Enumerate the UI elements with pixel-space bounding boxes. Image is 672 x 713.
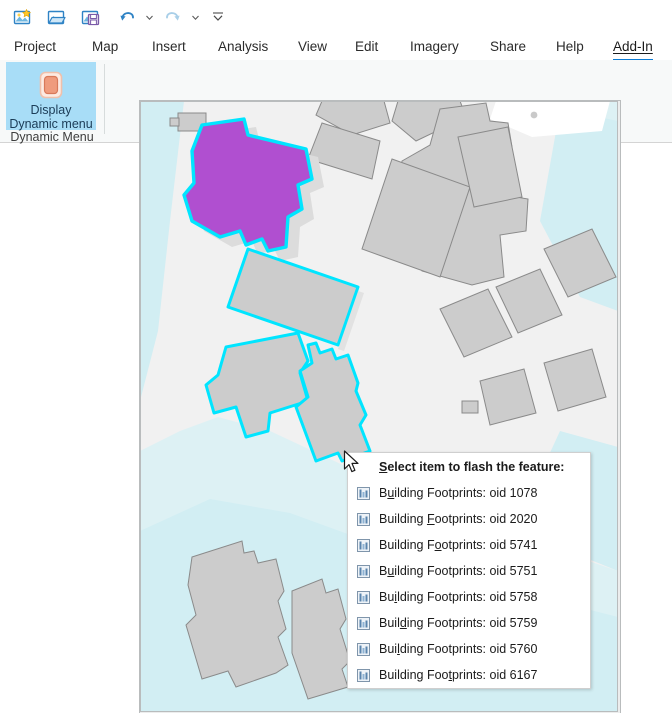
- tab-project-label: Project: [14, 39, 56, 54]
- tab-help[interactable]: Help: [556, 34, 584, 60]
- undo-icon[interactable]: [112, 2, 142, 32]
- menu-item-oid-1078[interactable]: Building Footprints: oid 1078: [348, 480, 590, 506]
- menu-item-oid-2020[interactable]: Building Footprints: oid 2020: [348, 506, 590, 532]
- table-icon: [355, 667, 372, 684]
- menu-item-oid-5751[interactable]: Building Footprints: oid 5751: [348, 558, 590, 584]
- tab-map-label: Map: [92, 39, 118, 54]
- context-menu-header-label: Select item to flash the feature:: [379, 460, 564, 474]
- customize-quick-access-icon[interactable]: [208, 2, 228, 32]
- display-dynamic-menu-button[interactable]: Display Dynamic menu: [6, 62, 96, 130]
- menu-item-label: Building Footprints: oid 5751: [379, 564, 537, 578]
- table-icon: [355, 615, 372, 632]
- new-project-icon[interactable]: [8, 2, 38, 32]
- menu-item-oid-6167[interactable]: Building Footprints: oid 6167: [348, 662, 590, 688]
- tab-project[interactable]: Project: [14, 34, 56, 60]
- open-project-icon[interactable]: [42, 2, 72, 32]
- tab-insert-label: Insert: [152, 39, 186, 54]
- context-menu-header: Select item to flash the feature:: [348, 453, 590, 480]
- menu-item-label: Building Footprints: oid 5760: [379, 642, 537, 656]
- display-dynamic-menu-label-line1: Display: [31, 103, 72, 117]
- menu-item-oid-5760[interactable]: Building Footprints: oid 5760: [348, 636, 590, 662]
- tab-view-label: View: [298, 39, 327, 54]
- tab-add-in-label: Add-In: [613, 39, 653, 54]
- redo-dropdown-icon[interactable]: [188, 2, 202, 32]
- display-dynamic-menu-label-line2: Dynamic menu: [9, 117, 92, 131]
- rounded-square-icon: [35, 70, 67, 100]
- ribbon-group-dynamic-menu: Display Dynamic menu Dynamic Menu: [0, 60, 110, 142]
- table-icon: [355, 589, 372, 606]
- tab-help-label: Help: [556, 39, 584, 54]
- tab-share[interactable]: Share: [490, 34, 526, 60]
- table-icon: [355, 563, 372, 580]
- menu-item-oid-5759[interactable]: Building Footprints: oid 5759: [348, 610, 590, 636]
- tab-analysis[interactable]: Analysis: [218, 34, 268, 60]
- table-icon: [355, 641, 372, 658]
- quick-access-toolbar: [0, 0, 672, 34]
- undo-dropdown-icon[interactable]: [142, 2, 156, 32]
- arcgis-pro-window: Project Map Insert Analysis View Edit Im…: [0, 0, 672, 712]
- table-icon: [355, 511, 372, 528]
- dynamic-context-menu: Select item to flash the feature: Buildi…: [347, 452, 591, 689]
- menu-item-label: Building Footprints: oid 1078: [379, 486, 537, 500]
- tab-edit-label: Edit: [355, 39, 378, 54]
- ribbon-tab-bar: Project Map Insert Analysis View Edit Im…: [0, 34, 672, 60]
- tab-analysis-label: Analysis: [218, 39, 268, 54]
- menu-item-label: Building Footprints: oid 6167: [379, 668, 537, 682]
- menu-item-label: Building Footprints: oid 5741: [379, 538, 537, 552]
- menu-item-oid-5758[interactable]: Building Footprints: oid 5758: [348, 584, 590, 610]
- ribbon-group-separator: [104, 64, 105, 134]
- menu-item-label: Building Footprints: oid 2020: [379, 512, 537, 526]
- tab-share-label: Share: [490, 39, 526, 54]
- tab-map[interactable]: Map: [92, 34, 118, 60]
- tab-imagery-label: Imagery: [410, 39, 459, 54]
- tab-insert[interactable]: Insert: [152, 34, 186, 60]
- ribbon-group-label: Dynamic Menu: [0, 130, 104, 144]
- tab-view[interactable]: View: [298, 34, 327, 60]
- table-icon: [355, 537, 372, 554]
- tab-add-in[interactable]: Add-In: [613, 34, 653, 60]
- save-project-icon[interactable]: [76, 2, 106, 32]
- redo-icon[interactable]: [158, 2, 188, 32]
- menu-item-label: Building Footprints: oid 5759: [379, 616, 537, 630]
- display-dynamic-menu-label: Display Dynamic menu: [9, 103, 92, 131]
- menu-item-oid-5741[interactable]: Building Footprints: oid 5741: [348, 532, 590, 558]
- menu-item-label: Building Footprints: oid 5758: [379, 590, 537, 604]
- table-icon: [355, 485, 372, 502]
- tab-imagery[interactable]: Imagery: [410, 34, 459, 60]
- tab-edit[interactable]: Edit: [355, 34, 378, 60]
